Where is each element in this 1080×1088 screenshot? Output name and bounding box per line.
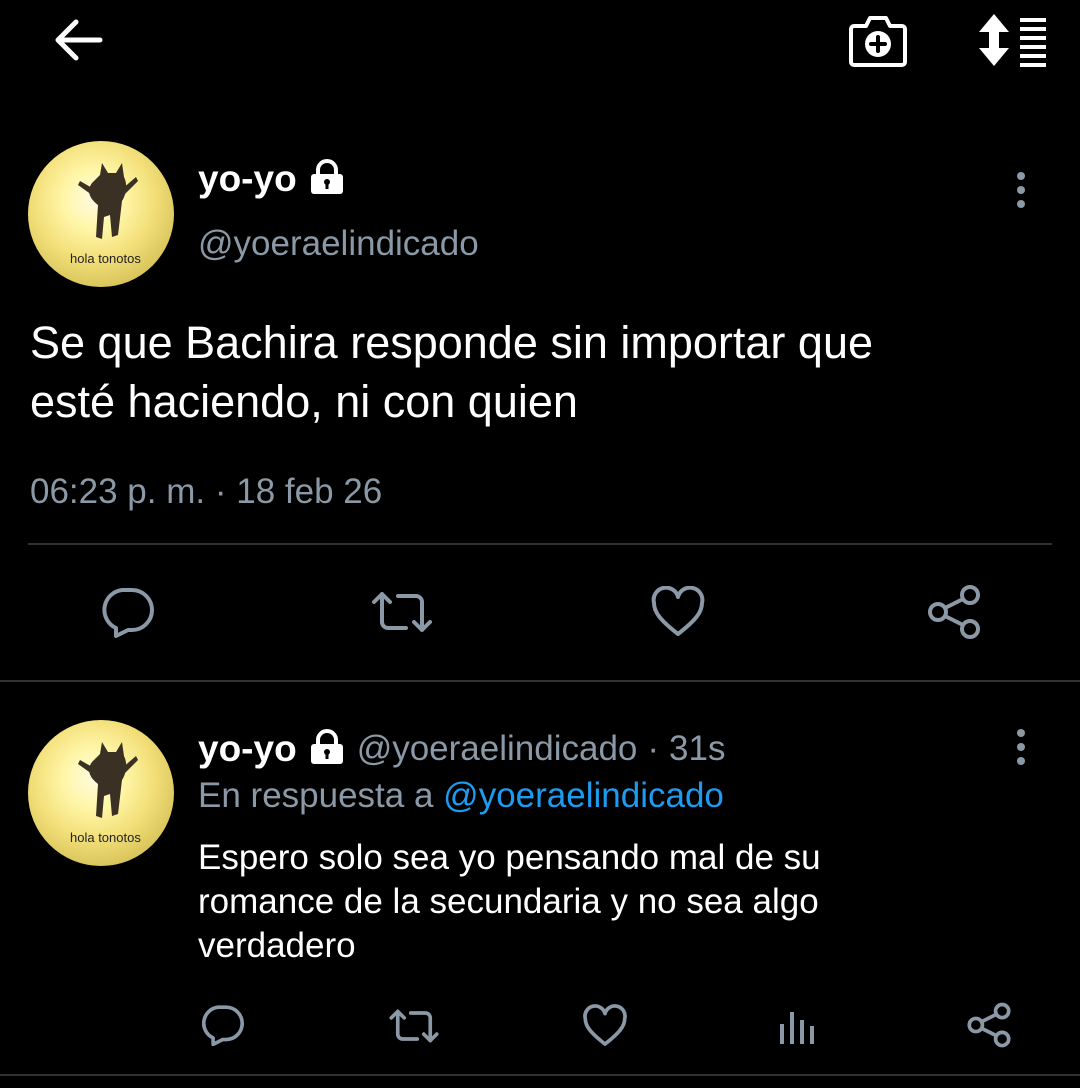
reply-text-line: romance de la secundaria y no sea algo bbox=[198, 882, 819, 921]
reply-author-handle[interactable]: @yoeraelindicado bbox=[357, 729, 638, 769]
reply-context: En respuesta a @yoeraelindicado bbox=[198, 776, 724, 816]
cat-image bbox=[78, 163, 138, 239]
reply-mention-link[interactable]: @yoeraelindicado bbox=[443, 776, 724, 815]
reply-icon[interactable] bbox=[200, 1004, 244, 1046]
reply-age: 31s bbox=[669, 729, 726, 768]
analytics-icon[interactable] bbox=[778, 1006, 816, 1046]
reply-author-row: yo-yo @yoeraelindicado · 31s bbox=[198, 728, 725, 770]
divider bbox=[0, 680, 1080, 682]
reply-text-line: Espero solo sea yo pensando mal de su bbox=[198, 838, 821, 877]
avatar-caption: hola tonotos bbox=[70, 251, 141, 266]
separator: · bbox=[214, 472, 227, 511]
camera-add-icon[interactable] bbox=[848, 12, 908, 68]
more-icon[interactable] bbox=[1011, 170, 1031, 210]
reply-text-line: verdadero bbox=[198, 926, 356, 965]
retweet-icon[interactable] bbox=[388, 1006, 440, 1046]
more-icon[interactable] bbox=[1011, 727, 1031, 767]
divider bbox=[28, 543, 1052, 545]
tweet-text-line: esté haciendo, ni con quien bbox=[30, 376, 578, 427]
divider bbox=[0, 1074, 1080, 1076]
avatar[interactable]: hola tonotos bbox=[28, 141, 174, 287]
tweet-text: Se que Bachira responde sin importar que… bbox=[30, 313, 1050, 431]
reply-author-name[interactable]: yo-yo bbox=[198, 728, 297, 770]
lock-icon bbox=[307, 158, 347, 200]
sort-icon[interactable] bbox=[976, 12, 1048, 68]
tweet-timestamp: 06:23 p. m. · 18 feb 26 bbox=[30, 472, 382, 512]
tweet-date: 18 feb 26 bbox=[236, 472, 383, 511]
author-name[interactable]: yo-yo bbox=[198, 158, 297, 200]
like-icon[interactable] bbox=[582, 1004, 628, 1048]
author-row: yo-yo bbox=[198, 158, 347, 200]
reply-icon[interactable] bbox=[100, 586, 154, 638]
tweet-text-line: Se que Bachira responde sin importar que bbox=[30, 317, 874, 368]
back-arrow-icon[interactable] bbox=[52, 18, 104, 62]
reply-prefix: En respuesta a bbox=[198, 776, 434, 815]
reply-text: Espero solo sea yo pensando mal de su ro… bbox=[198, 836, 1058, 968]
cat-image bbox=[78, 742, 138, 818]
lock-icon bbox=[307, 728, 347, 770]
author-handle[interactable]: @yoeraelindicado bbox=[198, 224, 479, 264]
share-icon[interactable] bbox=[926, 584, 982, 640]
retweet-icon[interactable] bbox=[370, 588, 434, 636]
tweet-time: 06:23 p. m. bbox=[30, 472, 206, 511]
reply-avatar[interactable]: hola tonotos bbox=[28, 720, 174, 866]
avatar-caption: hola tonotos bbox=[70, 830, 141, 845]
share-icon[interactable] bbox=[966, 1002, 1012, 1048]
like-icon[interactable] bbox=[650, 586, 706, 638]
separator: · bbox=[647, 729, 660, 768]
